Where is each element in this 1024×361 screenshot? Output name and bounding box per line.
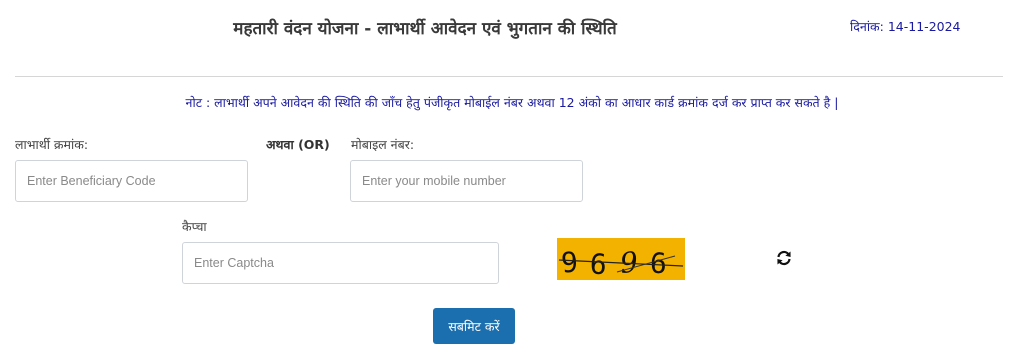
beneficiary-label: लाभार्थी क्रमांक: (15, 137, 89, 152)
header-divider (15, 76, 1003, 77)
captcha-char-2: 6 (589, 247, 608, 280)
refresh-graphic (777, 250, 791, 266)
captcha-char-4: 6 (649, 247, 667, 280)
captcha-graphic: 9 6 9 6 (558, 245, 684, 280)
beneficiary-code-input[interactable] (15, 160, 248, 202)
submit-button[interactable]: सबमिट करें (433, 308, 515, 344)
page-title: महतारी वंदन योजना - लाभार्थी आवेदन एवं भ… (233, 19, 617, 39)
refresh-icon[interactable] (775, 249, 793, 267)
captcha-char-1: 9 (560, 246, 579, 280)
or-label: अथवा (OR) (266, 137, 330, 152)
captcha-label: कैप्चा (182, 219, 207, 234)
mobile-number-input[interactable] (350, 160, 583, 202)
captcha-image: 9 6 9 6 (557, 238, 685, 280)
date-label: दिनांक: (850, 19, 884, 34)
instruction-note: नोट : लाभार्थी अपने आवेदन की स्थिति की ज… (185, 95, 839, 110)
captcha-input[interactable] (182, 242, 499, 284)
mobile-label: मोबाइल नंबर: (351, 137, 415, 152)
date-value: 14-11-2024 (887, 19, 961, 34)
date-display: दिनांक: 14-11-2024 (850, 18, 961, 35)
